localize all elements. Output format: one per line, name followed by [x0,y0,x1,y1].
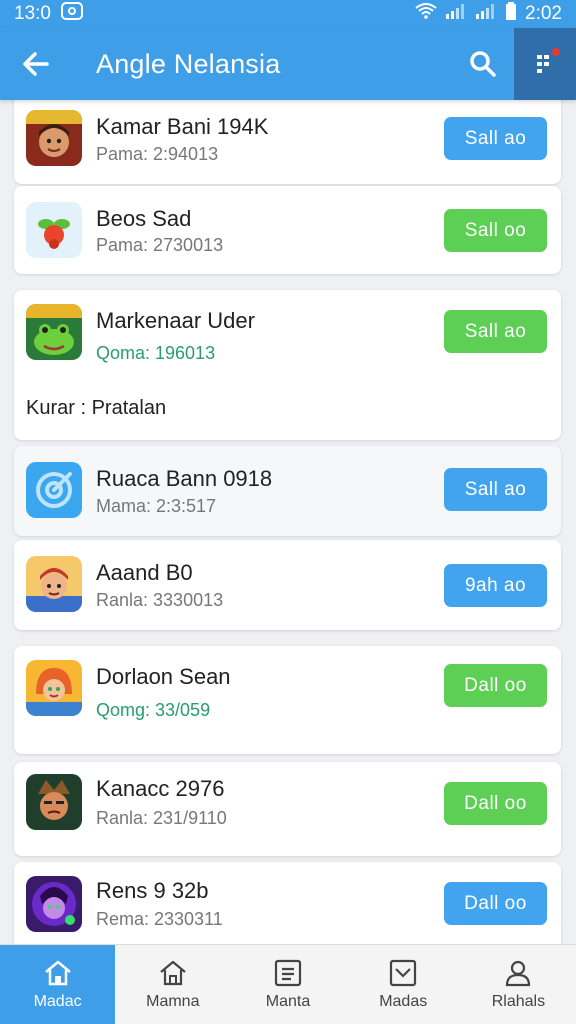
search-icon [470,51,496,77]
signal-icon-2 [475,3,497,25]
nav-label: Manta [265,992,311,1010]
item-action-button[interactable]: Sall ao [444,468,547,511]
menu-button[interactable] [514,28,576,100]
item-title: Ruaca Bann 0918 [96,466,273,491]
nav-item-madac[interactable]: Madac [0,945,116,1024]
item-action-button[interactable]: Sall ao [444,310,547,353]
list-item[interactable]: Beos Sad Pama: 2730013 Sall oo [14,186,561,274]
item-subtitle: Qoma: 196013 [96,343,216,363]
item-action-button[interactable]: Sall oo [444,209,547,252]
person-icon [506,960,531,986]
list-item[interactable]: Aaand B0 Ranla: 3330013 9ah ao [14,540,561,630]
item-action-button[interactable]: 9ah ao [444,564,547,607]
game-icon-warrior [26,110,82,166]
battery-icon [505,2,517,26]
app-list[interactable]: Kamar Bani 194K Pama: 2:94013 Sall ao Be… [0,100,576,944]
item-title: Beos Sad [96,206,192,231]
list-item[interactable]: Rens 9 32b Rema: 2330311 Dall oo [14,862,561,944]
item-action-button[interactable]: Sall ao [444,117,547,160]
list-item[interactable]: Ruaca Bann 0918 Mama: 2:3:517 Sall ao [14,446,561,536]
nav-label: Rlahals [491,992,546,1010]
item-title: Aaand B0 [96,560,193,585]
item-extra-text: Kurar : Pratalan [26,397,167,419]
list-icon [274,959,302,986]
inbox-icon [390,959,417,986]
nav-label: Madac [33,992,82,1010]
page-title: Angle Nelansia [96,48,281,79]
list-item[interactable]: Kanacc 2976 Ranla: 231/9110 Dall oo [14,762,561,856]
list-item[interactable]: Kamar Bani 194K Pama: 2:94013 Sall ao [14,100,561,184]
fruit-icon [26,202,82,258]
nav-item-mamna[interactable]: Mamna [115,945,230,1024]
game-icon-hero [26,876,82,932]
status-bar: 13:0 2:02 [0,0,576,28]
item-action-button[interactable]: Dall oo [444,882,547,925]
game-icon-kid [26,556,82,612]
nav-item-rlahals[interactable]: Rlahals [461,945,576,1024]
item-subtitle: Pama: 2:94013 [96,144,219,164]
item-action-button[interactable]: Dall oo [444,664,547,707]
item-subtitle: Qomg: 33/059 [96,700,211,720]
item-subtitle: Pama: 2730013 [96,235,224,255]
game-icon-frog [26,304,82,360]
status-time-right: 2:02 [525,3,562,24]
item-action-button[interactable]: Dall oo [444,782,547,825]
nav-label: Mamna [146,992,200,1010]
game-icon-girl [26,660,82,716]
status-time-left: 13:0 [14,3,51,24]
target-icon [26,462,82,518]
item-title: Rens 9 32b [96,878,209,903]
item-subtitle: Ranla: 231/9110 [96,808,227,828]
item-title: Dorlaon Sean [96,664,231,689]
item-subtitle: Mama: 2:3:517 [96,496,217,516]
search-button[interactable] [452,28,514,100]
item-title: Kanacc 2976 [96,776,225,801]
nav-item-manta[interactable]: Manta [230,945,345,1024]
home-outline-icon [160,960,186,985]
arrow-left-icon [23,52,49,76]
bottom-navigation: Madac Mamna Manta Madas Rlahals [0,944,576,1024]
signal-icon [445,3,467,25]
game-icon-face [26,774,82,830]
list-item[interactable]: Markenaar Uder Qoma: 196013 Kurar : Prat… [14,290,561,440]
item-subtitle: Ranla: 3330013 [96,590,224,610]
item-title: Markenaar Uder [96,308,255,333]
item-title: Kamar Bani 194K [96,114,269,139]
back-button[interactable] [0,28,72,100]
home-icon [44,960,71,985]
list-item[interactable]: Dorlaon Sean Qomg: 33/059 Dall oo [14,646,561,754]
wifi-icon [415,3,437,25]
app-bar: Angle Nelansia [0,28,576,100]
nav-item-madas[interactable]: Madas [346,945,461,1024]
message-icon [60,2,83,26]
item-subtitle: Rema: 2330311 [96,909,223,929]
nav-label: Madas [379,992,428,1010]
notification-dot [552,48,560,56]
